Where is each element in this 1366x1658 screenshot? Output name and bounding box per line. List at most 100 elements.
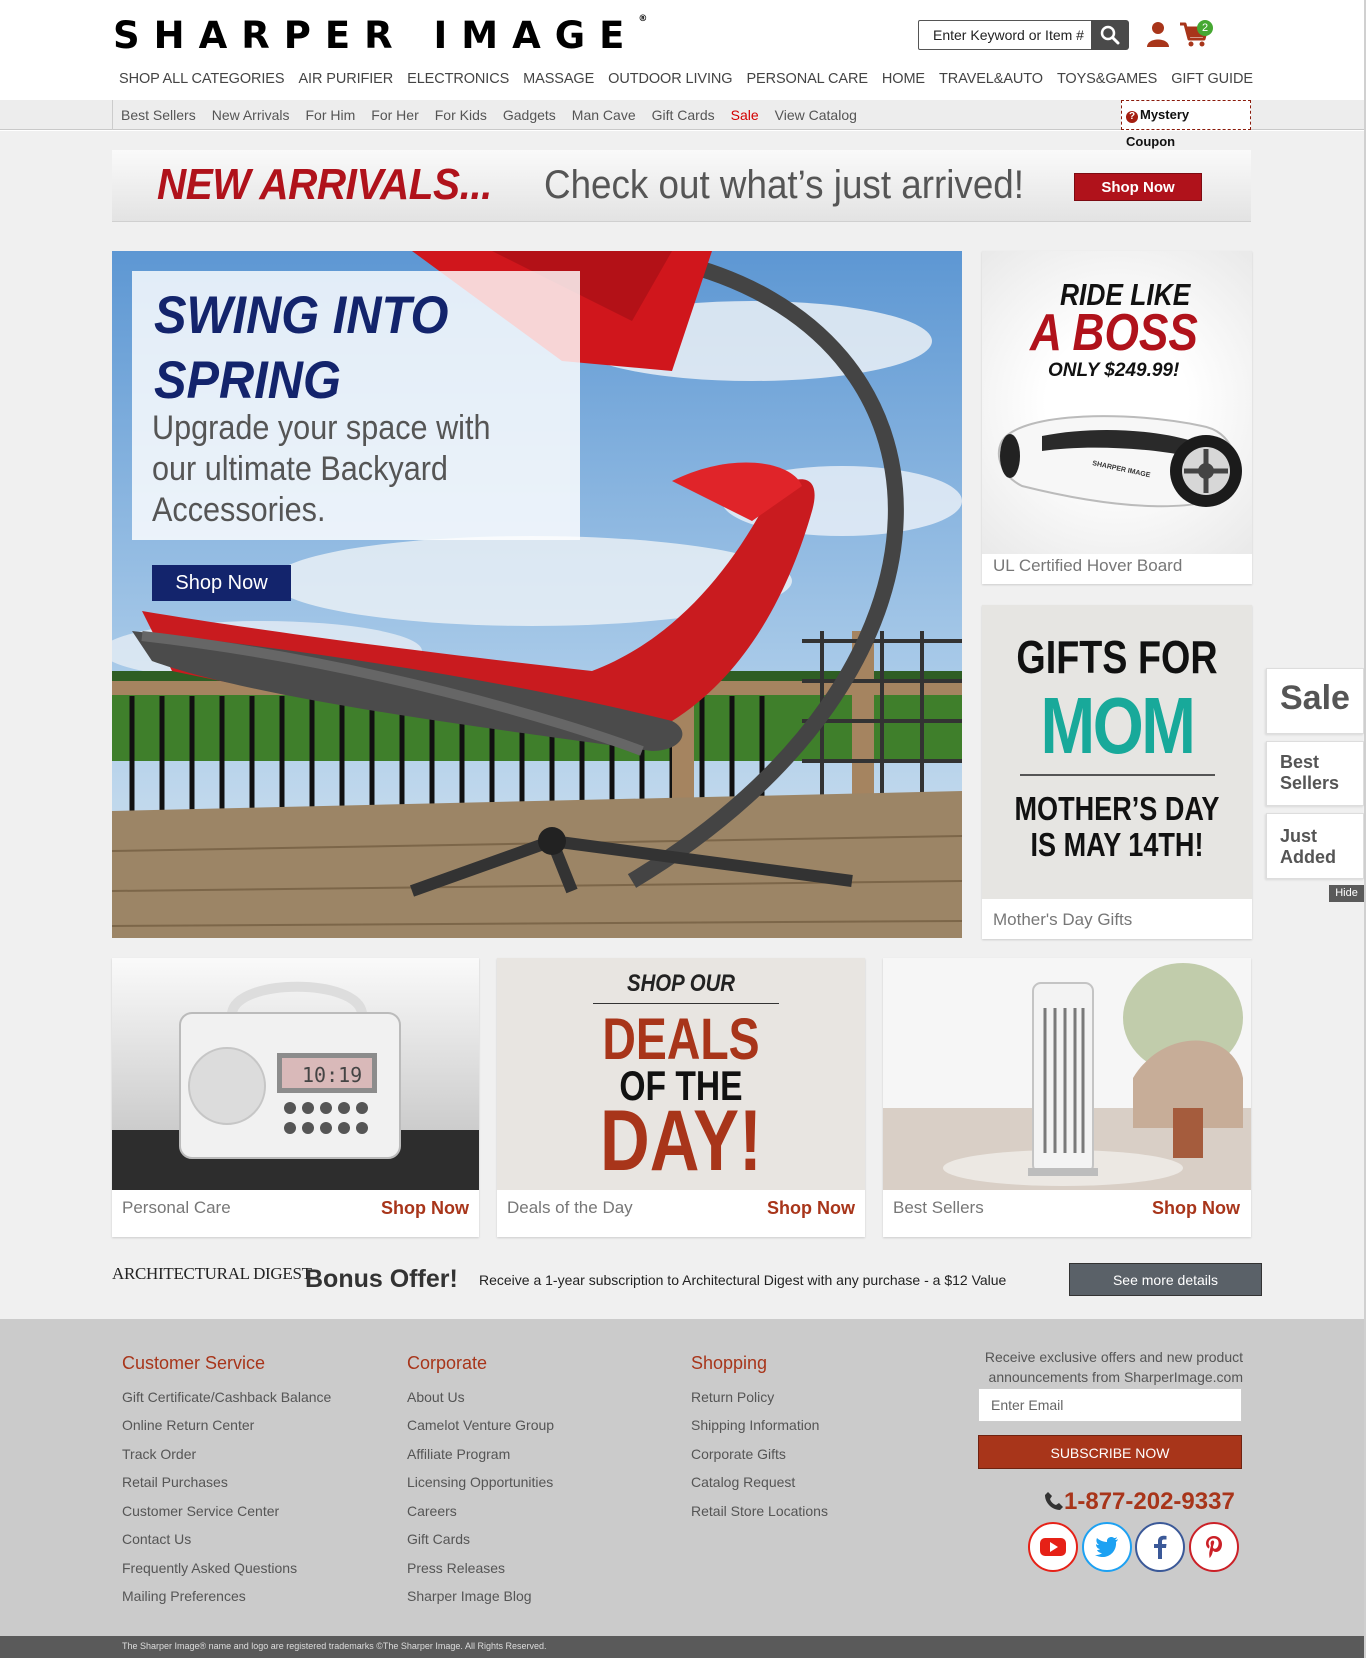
logo[interactable]: SHARPER IMAGE® [113,14,647,57]
footer-heading-shopping: Shopping [691,1353,768,1373]
nav-home[interactable]: HOME [875,62,932,98]
mothers-day-date-line1: MOTHER’S DAY [1014,790,1220,827]
cart-count-badge: 2 [1197,20,1213,36]
nav-toys-games[interactable]: TOYS&GAMES [1050,62,1164,98]
footer-link[interactable]: Track Order [122,1446,196,1462]
personal-care-shop-now[interactable]: Shop Now [381,1198,469,1219]
subnav-gadgets[interactable]: Gadgets [495,100,564,130]
best-sellers-shop-now[interactable]: Shop Now [1152,1198,1240,1219]
bonus-offer-text: Receive a 1-year subscription to Archite… [479,1272,1007,1288]
footer-link[interactable]: Sharper Image Blog [407,1588,532,1604]
subnav-view-catalog[interactable]: View Catalog [767,100,865,130]
email-field[interactable] [978,1388,1242,1422]
copyright-text: The Sharper Image® name and logo are reg… [122,1641,547,1651]
footer-link[interactable]: Retail Store Locations [691,1503,828,1519]
footer-link[interactable]: Retail Purchases [122,1474,228,1490]
search-field[interactable] [918,20,1092,50]
mom-divider [1020,774,1215,776]
newsletter-text: Receive exclusive offers and new product… [984,1349,1243,1385]
nav-personal-care[interactable]: PERSONAL CARE [739,62,874,98]
phone-number[interactable]: 1-877-202-9337 [1044,1488,1235,1516]
nav-outdoor-living[interactable]: OUTDOOR LIVING [601,62,739,98]
sub-nav: Best Sellers New Arrivals For Him For He… [112,100,865,130]
subnav-sale[interactable]: Sale [723,100,767,130]
shop-our-text: SHOP OUR [626,970,736,997]
footer-heading-customer-service: Customer Service [122,1353,266,1373]
banner-shop-now-button[interactable]: Shop Now [1074,173,1202,201]
air-purifier-image [883,958,1251,1190]
svg-text:10:19: 10:19 [302,1063,362,1087]
footer-link[interactable]: Licensing Opportunities [407,1474,553,1490]
email-input[interactable] [979,1389,1241,1421]
footer-link[interactable]: Catalog Request [691,1474,795,1490]
hero-title: SWING INTO SPRING [154,286,449,410]
footer-link[interactable]: Camelot Venture Group [407,1417,554,1433]
footer-link[interactable]: Gift Cards [407,1531,470,1547]
nav-massage[interactable]: MASSAGE [516,62,601,98]
subnav-new-arrivals[interactable]: New Arrivals [204,100,298,130]
footer-link[interactable]: Online Return Center [122,1417,254,1433]
deals-caption: Deals of the Day [507,1198,633,1217]
twitter-button[interactable] [1082,1522,1132,1572]
subnav-for-her[interactable]: For Her [363,100,426,130]
footer-link[interactable]: Affiliate Program [407,1446,510,1462]
nav-travel-auto[interactable]: TRAVEL&AUTO [932,62,1050,98]
shower-radio-graphic: 10:19 [112,958,479,1190]
coupon-label[interactable]: Coupon [1126,134,1175,149]
nav-gift-guide[interactable]: GIFT GUIDE [1164,62,1260,98]
banner-subtext: Check out what’s just arrived! [544,163,1024,207]
account-icon[interactable] [1146,20,1170,48]
youtube-icon [1040,1538,1066,1556]
bonus-offer-title: Bonus Offer! [305,1265,458,1293]
search-icon [1100,25,1120,45]
youtube-button[interactable] [1028,1522,1078,1572]
footer-heading-corporate: Corporate [407,1353,488,1373]
nav-electronics[interactable]: ELECTRONICS [400,62,516,98]
footer-link[interactable]: Frequently Asked Questions [122,1560,297,1576]
hide-side-tabs-button[interactable]: Hide [1329,885,1364,902]
mom-text: MOM [1040,681,1196,770]
footer-link[interactable]: Corporate Gifts [691,1446,786,1462]
side-tab-sale[interactable]: Sale [1266,668,1364,734]
subnav-for-him[interactable]: For Him [298,100,364,130]
pinterest-button[interactable] [1189,1522,1239,1572]
search-button[interactable] [1091,20,1129,50]
side-tab-best-sellers[interactable]: Best Sellers [1266,741,1364,806]
footer-link[interactable]: Mailing Preferences [122,1588,246,1604]
nav-shop-all-categories[interactable]: SHOP ALL CATEGORIES [112,62,291,98]
phone-icon [1045,1492,1063,1510]
personal-care-image: 10:19 [112,958,479,1190]
main-nav: SHOP ALL CATEGORIES AIR PURIFIER ELECTRO… [112,62,1260,98]
mystery-coupon-label[interactable]: ? Mystery [1126,107,1189,123]
side-tab-just-added[interactable]: Just Added [1266,813,1364,879]
footer-link[interactable]: Contact Us [122,1531,191,1547]
deals-text: DEALS [602,1007,760,1072]
hoverboard-caption[interactable]: UL Certified Hover Board [993,556,1182,576]
deals-shop-now[interactable]: Shop Now [767,1198,855,1219]
search-input[interactable] [919,21,1091,49]
pinterest-icon [1206,1536,1222,1558]
footer-link[interactable]: About Us [407,1389,465,1405]
mothers-day-caption[interactable]: Mother's Day Gifts [993,910,1132,930]
footer-link[interactable]: Customer Service Center [122,1503,279,1519]
facebook-icon [1154,1535,1167,1559]
subnav-man-cave[interactable]: Man Cave [564,100,644,130]
a-boss-text: A BOSS [1030,304,1198,362]
subnav-best-sellers[interactable]: Best Sellers [113,100,204,130]
footer-link[interactable]: Shipping Information [691,1417,819,1433]
twitter-icon [1095,1537,1118,1557]
footer-link[interactable]: Press Releases [407,1560,505,1576]
air-purifier-graphic [883,958,1251,1190]
hero-shop-now-button[interactable]: Shop Now [152,565,291,601]
subnav-for-kids[interactable]: For Kids [427,100,495,130]
see-more-details-button[interactable]: See more details [1069,1263,1262,1296]
gifts-for-text: GIFTS FOR [1016,631,1218,683]
subscribe-button[interactable]: SUBSCRIBE NOW [978,1435,1242,1469]
footer-link[interactable]: Gift Certificate/Cashback Balance [122,1389,331,1405]
best-sellers-caption: Best Sellers [893,1198,984,1217]
facebook-button[interactable] [1135,1522,1185,1572]
footer-link[interactable]: Return Policy [691,1389,774,1405]
nav-air-purifier[interactable]: AIR PURIFIER [291,62,400,98]
footer-link[interactable]: Careers [407,1503,457,1519]
subnav-gift-cards[interactable]: Gift Cards [644,100,723,130]
